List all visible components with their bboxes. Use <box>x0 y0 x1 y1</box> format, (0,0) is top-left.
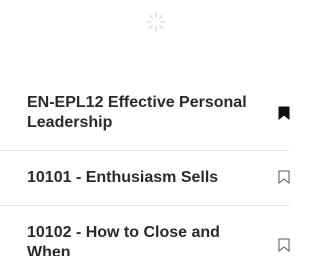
bookmark-outline-icon[interactable] <box>278 238 290 253</box>
bookmark-outline-icon[interactable] <box>278 170 290 185</box>
course-list-item[interactable]: EN-EPL12 Effective Personal Leadership <box>0 76 290 151</box>
course-title: 10101 - Enthusiasm Sells <box>27 169 219 186</box>
loading-spinner-icon <box>144 10 168 34</box>
bookmark-filled-icon[interactable] <box>278 106 290 121</box>
course-list-item[interactable]: 10102 - How to Close and When <box>0 206 290 256</box>
course-list: EN-EPL12 Effective Personal Leadership 1… <box>0 76 290 256</box>
course-title: 10102 - How to Close and When <box>27 224 220 256</box>
course-title: EN-EPL12 Effective Personal Leadership <box>27 94 247 131</box>
course-list-item[interactable]: 10101 - Enthusiasm Sells <box>0 151 290 206</box>
